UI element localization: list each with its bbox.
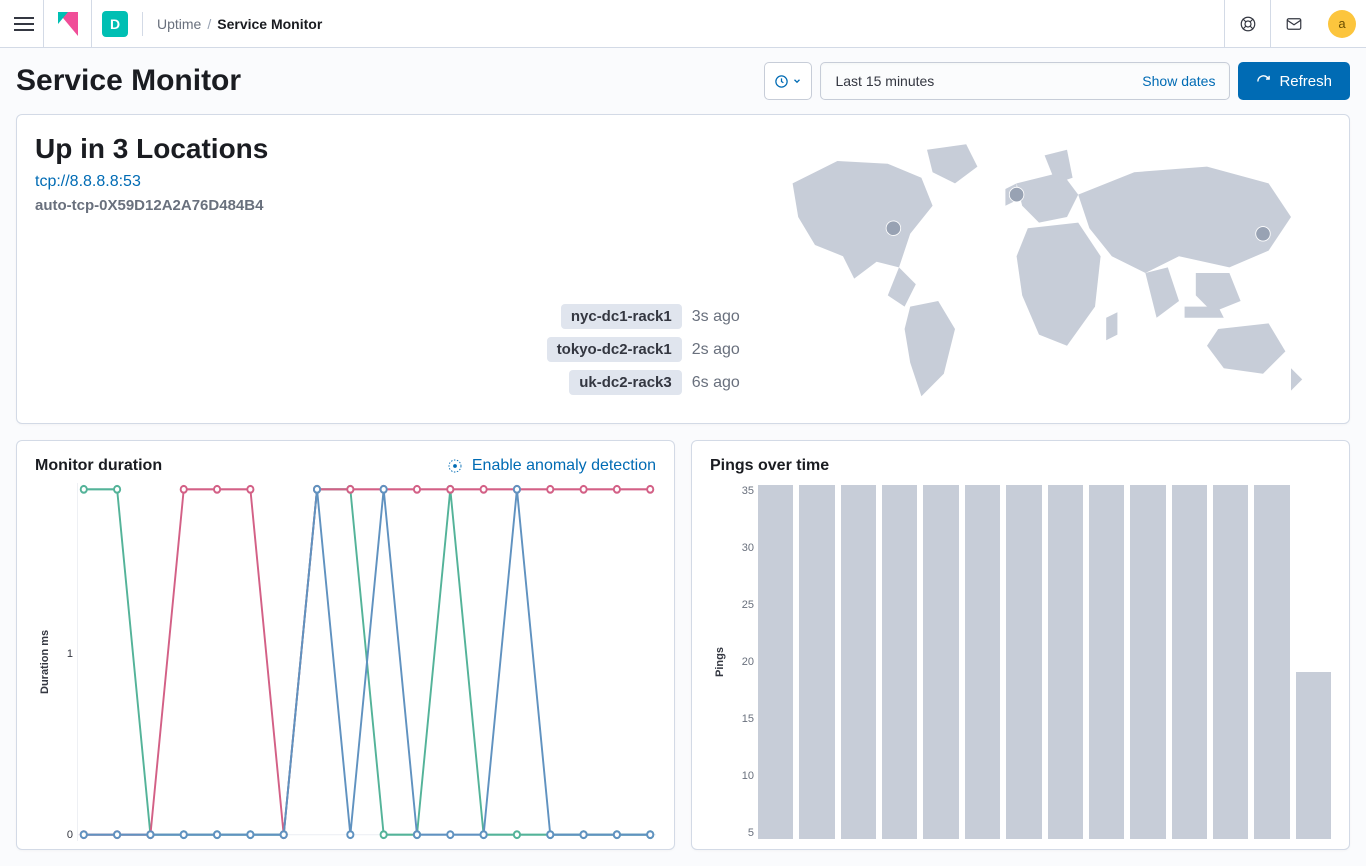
y-tick: 1: [67, 648, 73, 660]
page-title: Service Monitor: [16, 64, 241, 98]
monitor-id: auto-tcp-0X59D12A2A76D484B4: [35, 197, 748, 214]
kibana-logo-icon: [58, 12, 78, 36]
title-row: Service Monitor Last 15 minutes Show dat…: [16, 62, 1350, 100]
mail-button[interactable]: [1270, 0, 1316, 48]
location-age: 6s ago: [692, 374, 740, 392]
nav-toggle-button[interactable]: [4, 0, 44, 48]
pings-plot[interactable]: [758, 483, 1331, 841]
bar: [923, 485, 958, 839]
charts-row: Monitor duration Enable anomaly detectio…: [16, 440, 1350, 850]
date-range-label: Last 15 minutes: [835, 73, 934, 89]
status-summary: Up in 3 Locations tcp://8.8.8.8:53 auto-…: [35, 133, 748, 413]
world-map-svg: [759, 133, 1319, 413]
bar: [841, 485, 876, 839]
y-tick: 25: [730, 599, 754, 611]
duration-plot[interactable]: [77, 483, 656, 841]
refresh-label: Refresh: [1279, 73, 1332, 90]
user-avatar-button[interactable]: a: [1328, 10, 1356, 38]
pings-chart-card: Pings over time Pings 35 30 25 20 15 10 5: [691, 440, 1350, 850]
map-marker-nyc: [887, 221, 902, 236]
breadcrumb-parent-link[interactable]: Uptime: [157, 16, 201, 32]
map-marker-uk: [1010, 187, 1025, 202]
y-tick: 5: [730, 827, 754, 839]
duration-y-axis-label: Duration ms: [35, 483, 55, 841]
y-tick: 30: [730, 542, 754, 554]
bar: [799, 485, 834, 839]
y-tick: 15: [730, 713, 754, 725]
date-range-button[interactable]: Last 15 minutes Show dates: [820, 62, 1230, 100]
pings-y-ticks: 35 30 25 20 15 10 5: [730, 483, 758, 841]
quick-select-button[interactable]: [764, 62, 812, 100]
hamburger-icon: [14, 17, 34, 31]
y-tick: 20: [730, 656, 754, 668]
breadcrumb: Uptime / Service Monitor: [157, 16, 322, 32]
divider: [142, 12, 143, 36]
bar: [1130, 485, 1165, 839]
anomaly-label: Enable anomaly detection: [472, 457, 656, 475]
duration-chart-title: Monitor duration: [35, 457, 162, 475]
y-tick: 10: [730, 770, 754, 782]
location-row: nyc-dc1-rack1 3s ago: [561, 304, 740, 329]
status-card: Up in 3 Locations tcp://8.8.8.8:53 auto-…: [16, 114, 1350, 424]
y-tick: 0: [67, 829, 73, 841]
bar: [882, 485, 917, 839]
location-row: uk-dc2-rack3 6s ago: [569, 370, 740, 395]
refresh-icon: [1256, 74, 1271, 89]
lifebuoy-icon: [1239, 15, 1257, 33]
ml-icon: [446, 457, 464, 475]
location-badge: nyc-dc1-rack1: [561, 304, 682, 329]
world-map: [748, 133, 1331, 413]
date-controls: Last 15 minutes Show dates Refresh: [764, 62, 1350, 100]
mail-icon: [1285, 15, 1303, 33]
pings-y-axis-label: Pings: [710, 483, 730, 841]
space-selector-button[interactable]: D: [102, 11, 128, 37]
bar: [1254, 485, 1289, 839]
duration-chart-card: Monitor duration Enable anomaly detectio…: [16, 440, 675, 850]
enable-anomaly-button[interactable]: Enable anomaly detection: [446, 457, 656, 475]
bar: [1089, 485, 1124, 839]
header-left: D Uptime / Service Monitor: [4, 0, 322, 48]
bar: [1213, 485, 1248, 839]
map-marker-tokyo: [1256, 227, 1271, 242]
location-badge: tokyo-dc2-rack1: [547, 337, 682, 362]
app-header: D Uptime / Service Monitor a: [0, 0, 1366, 48]
breadcrumb-current: Service Monitor: [217, 16, 322, 32]
header-right: a: [1224, 0, 1356, 48]
chevron-down-icon: [792, 76, 802, 86]
bar: [758, 485, 793, 839]
location-age: 2s ago: [692, 341, 740, 359]
breadcrumb-separator: /: [207, 16, 211, 32]
monitor-url-link[interactable]: tcp://8.8.8.8:53: [35, 173, 748, 191]
bar: [1048, 485, 1083, 839]
location-badge: uk-dc2-rack3: [569, 370, 682, 395]
location-age: 3s ago: [692, 308, 740, 326]
clock-icon: [774, 74, 789, 89]
bar: [1296, 672, 1331, 839]
show-dates-link[interactable]: Show dates: [1142, 73, 1215, 89]
location-row: tokyo-dc2-rack1 2s ago: [547, 337, 740, 362]
refresh-button[interactable]: Refresh: [1238, 62, 1350, 100]
newsfeed-button[interactable]: [1224, 0, 1270, 48]
pings-chart-title: Pings over time: [710, 457, 829, 475]
kibana-logo-button[interactable]: [44, 0, 92, 48]
status-headline: Up in 3 Locations: [35, 133, 748, 165]
y-tick: 35: [730, 485, 754, 497]
locations-list: nyc-dc1-rack1 3s ago tokyo-dc2-rack1 2s …: [35, 304, 748, 395]
bar: [1172, 485, 1207, 839]
bar: [965, 485, 1000, 839]
bar: [1006, 485, 1041, 839]
